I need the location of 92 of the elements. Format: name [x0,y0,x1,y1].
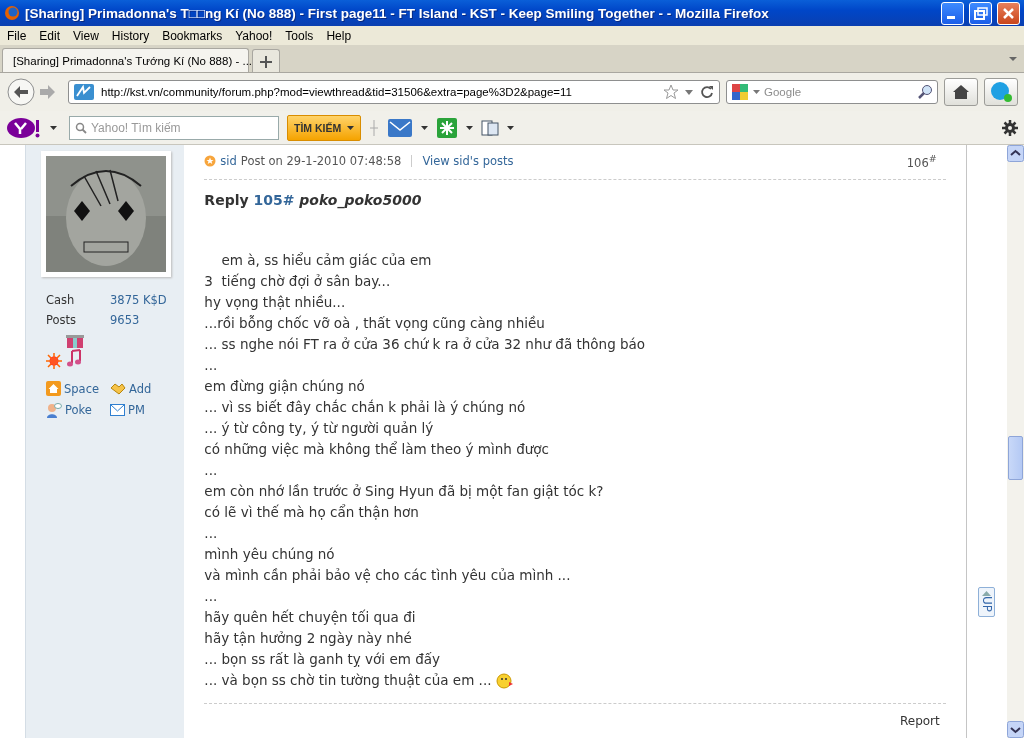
home-icon [952,84,970,100]
report-link[interactable]: Report [899,714,940,728]
menu-item[interactable]: File [2,28,35,43]
post-text-line: ... [204,524,218,543]
dropdown-icon[interactable] [507,125,515,130]
profile-link[interactable]: Space [46,381,110,396]
restore-button[interactable] [969,1,992,25]
post-text-line: ... vì ss biết đây chắc chắn k phải là ý chúng nó [204,398,526,417]
menu-item[interactable]: Edit [34,28,69,43]
person-icon [46,402,62,418]
yahoo-logo-icon[interactable] [6,116,42,139]
stat-label: Posts [46,313,78,327]
menu-item[interactable]: View [68,28,107,43]
grip-icon [369,119,380,136]
search-button[interactable]: TÌM KIẾM [287,114,362,141]
reply-heading: Reply 105# poko_poko5000 [204,192,423,208]
post-date: Post on 29-1-2010 07:48:58 [240,154,402,168]
dropdown-icon[interactable] [466,125,474,130]
home-button[interactable] [944,78,978,106]
up-label: UP [979,596,994,613]
close-button[interactable] [997,1,1020,25]
smiley-icon [495,672,514,689]
pages-icon[interactable] [481,118,500,137]
menu-item[interactable]: Tools [280,28,322,43]
post-text-line: hy vọng thật nhiều... [204,293,346,312]
menu-item[interactable]: History [106,28,158,43]
minimize-button[interactable] [941,1,964,25]
browser-tab[interactable]: [Sharing] Primadonna's Tướng Kí (No 888) - ... [2,48,249,72]
settings-icon[interactable] [1002,119,1018,136]
address-bar[interactable]: http://kst.vn/community/forum.php?mod=viewthread&tid=31506&extra=page%3D2&page=11 [68,80,720,104]
post-text-line: 3 tiếng chờ đợi ở sân bay... [204,272,391,291]
profile-link[interactable]: Poke [46,402,110,418]
post-text-line: có những việc mà không thể làm theo ý mình được [204,440,549,459]
reload-icon[interactable] [699,84,715,100]
firefox-icon [4,5,20,21]
post-number: 106$^{#}$ [906,152,937,170]
view-posts-link[interactable]: View sid's posts [422,154,514,168]
envelope-icon[interactable] [387,116,414,139]
post-text-line: ... [204,461,218,480]
post-text-line: mình yêu chúng nó [204,545,335,564]
post-text-line: ... bọn ss rất là ganh tỵ với em đấy [204,650,440,669]
caret-icon [982,591,992,596]
post-text-line: ... ý từ công ty, ý từ người quản lý [204,419,434,438]
post-text-line: và mình cần phải bảo vệ cho các tình yêu của mình ... [204,566,571,585]
scroll-up-button[interactable] [1007,145,1024,162]
post-text-line: em đừng giận chúng nó [204,377,365,396]
post-text-line: hãy quên hết chuyện tối qua đi [204,608,416,627]
dropdown-icon[interactable] [50,125,57,130]
profile-link[interactable]: PM [110,402,185,418]
search-placeholder: Google [764,86,803,98]
asterisk-icon[interactable] [436,116,459,139]
site-icon [73,83,95,101]
envelope-icon [110,404,125,416]
menu-item[interactable]: Help [321,28,360,43]
window-title: [Sharing] Primadonna's T□□ng Kí (No 888) - First page11 - FT Island - KST - Keep Smiling Together - - Mozilla Firefox [25,5,770,21]
sun-medal-icon [46,353,62,369]
tab-list-icon[interactable] [1008,56,1018,62]
stat-value: 3875 K$D [110,293,168,307]
house-icon [46,381,61,396]
url-text: http://kst.vn/community/forum.php?mod=viewthread&tid=31506&extra=page%3D2&page=11 [101,86,573,98]
scroll-down-button[interactable] [1007,721,1024,738]
author-link[interactable]: sid [220,154,237,168]
caret-icon [347,125,355,130]
menu-item[interactable]: Bookmarks [157,28,231,43]
new-tab-button[interactable] [252,49,280,72]
up-button[interactable]: UP [978,587,996,618]
scroll-thumb[interactable] [1008,436,1023,480]
post-text-line: em à, ss hiểu cảm giác của em [220,251,432,270]
dropdown-icon[interactable] [421,125,429,130]
profile-link[interactable]: Add [110,381,185,396]
google-icon [731,83,749,101]
post-text-line: có lẽ vì thế mà họ cẩn thận hơn [204,503,419,522]
post-text-line: hãy tận hưởng 2 ngày này nhé [204,629,412,648]
menu-item[interactable]: Yahoo! [230,28,281,43]
post-text-line: ...rồi bỗng chốc vỡ oà , thất vọng cũng càng nhiều [204,314,545,333]
post-text-line: ... ss nghe nói FT ra ở cửa 36 chứ k ra ở cửa 32 như đã thông báo [204,335,646,354]
reply-link[interactable]: 105# [253,192,295,208]
skype-button[interactable] [984,78,1018,106]
stat-value: 9653 [110,313,141,327]
online-status-icon [204,155,217,167]
handshake-icon [110,381,126,396]
music-medal-icon [64,335,86,369]
search-icon[interactable] [917,84,933,100]
stat-label: Cash [46,293,76,307]
post-text-line: ... [204,356,218,375]
search-icon [75,121,87,134]
search-placeholder: Yahoo! Tìm kiếm [91,120,181,135]
skype-icon [989,81,1013,103]
post-text-line: ... và bọn ss chờ tin tường thuật của em ... [204,671,492,690]
post-text-line: em còn nhớ lần trước ở Sing Hyun đã bị một fan giật tóc k? [204,482,604,501]
post-text-line: ... [204,587,218,606]
star-icon[interactable] [663,84,679,100]
